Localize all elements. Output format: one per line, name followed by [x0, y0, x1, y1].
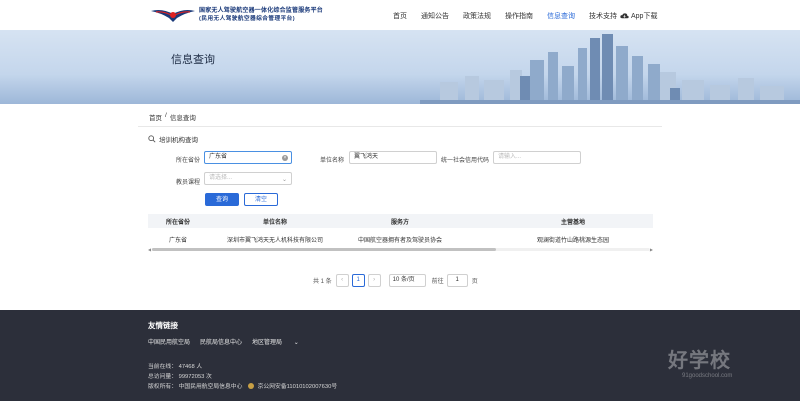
page-banner: 信息查询 [0, 30, 800, 104]
credit-code-placeholder: 请输入... [498, 154, 522, 160]
site-footer: 友情链接 中国民用航空局 民航局信息中心 地区管理局 ⌄ 当前在线： 47468… [0, 310, 800, 401]
footer-link-info-center[interactable]: 民航局信息中心 [200, 337, 242, 346]
app-download-label: App下载 [631, 13, 658, 20]
org-name-label: 单位名称 [320, 158, 345, 164]
cell-service-provider: 中国航空器拥有者及驾驶员协会 [357, 238, 443, 244]
city-skyline-illustration [420, 34, 800, 104]
results-table-header: 所在省份 单位名称 服务方 主营基地 [148, 214, 653, 228]
breadcrumb-current: 信息查询 [169, 115, 196, 122]
col-main-base: 主营基地 [560, 220, 586, 226]
visit-count: 总访问量： 99972053 次 [148, 374, 212, 380]
scroll-right-icon[interactable]: ▶ [650, 247, 653, 252]
breadcrumb: 首页 / 信息查询 [149, 112, 199, 122]
pagination: 共 1 条 ‹ 1 › 10 条/页 前往 1 页 [313, 274, 478, 287]
breadcrumb-home[interactable]: 首页 [149, 112, 162, 122]
brand-line1: 国家无人驾驶航空器一体化综合监管服务平台 [199, 8, 324, 14]
top-header: 国家无人驾驶航空器一体化综合监管服务平台 (民用无人驾驶航空器综合管理平台) 首… [0, 0, 800, 30]
brand-title: 国家无人驾驶航空器一体化综合监管服务平台 (民用无人驾驶航空器综合管理平台) [199, 7, 323, 23]
footer-link-regional-label: 地区管理局 [252, 340, 283, 346]
chevron-down-icon: ⌄ [281, 177, 287, 183]
page-unit-label: 页 [471, 279, 478, 285]
page-number-current[interactable]: 1 [351, 274, 365, 287]
nav-info-query[interactable]: 信息查询 [547, 11, 575, 21]
online-count: 当前在线： 47468 人 [148, 364, 203, 370]
brand-line2: (民用无人驾驶航空器综合管理平台) [199, 16, 296, 22]
goto-page-input[interactable]: 1 [446, 274, 468, 287]
table-horizontal-scrollbar[interactable]: ◀ ▶ [148, 247, 653, 252]
nav-regulations[interactable]: 政策法规 [463, 11, 491, 21]
watermark-url: 91goodschool.com [682, 373, 733, 379]
search-icon [148, 135, 156, 143]
prev-page-button[interactable]: ‹ [335, 274, 349, 287]
scroll-left-icon[interactable]: ◀ [148, 247, 151, 252]
course-select[interactable]: 请选择... ⌄ [204, 172, 292, 185]
icp-record[interactable]: 京公网安备11010102007630号 [258, 384, 338, 390]
banner-title: 信息查询 [171, 54, 215, 66]
query-section-title: 培训机构查询 [148, 134, 198, 144]
clear-icon[interactable]: × [282, 155, 288, 161]
caac-logo [151, 10, 195, 22]
watermark-brand: 好学校 [668, 348, 731, 372]
col-service-provider: 服务方 [390, 220, 410, 226]
page-size-select[interactable]: 10 条/页 [388, 274, 426, 287]
province-value: 广东省 [209, 154, 228, 160]
main-nav: 首页 通知公告 政策法规 操作指南 信息查询 技术支持 [393, 11, 631, 21]
copyright-text: 版权所有： 中国民用航空局信息中心 [148, 384, 243, 390]
footer-links-title: 友情链接 [148, 321, 178, 330]
search-button[interactable]: 查询 [205, 193, 239, 206]
cell-main-base: 观澜街道竹山路桃源生态园 [536, 238, 610, 244]
cloud-download-icon [620, 13, 629, 19]
credit-code-input[interactable]: 请输入... [493, 151, 581, 164]
table-row[interactable]: 广东省 深圳市翼飞鸿天无人机科技有限公司 中国航空器拥有者及驾驶员协会 观澜街道… [148, 230, 653, 246]
province-input[interactable]: 广东省 × [204, 151, 292, 164]
total-count: 共 1 条 [313, 279, 332, 285]
org-name-value: 翼飞鸿天 [354, 154, 379, 160]
cell-org-name: 深圳市翼飞鸿天无人机科技有限公司 [226, 238, 324, 244]
clear-button[interactable]: 清空 [244, 193, 278, 206]
nav-guides[interactable]: 操作指南 [505, 11, 533, 21]
cell-province: 广东省 [168, 238, 188, 244]
col-province: 所在省份 [165, 220, 191, 226]
breadcrumb-separator: / [165, 112, 167, 119]
query-section-label: 培训机构查询 [159, 137, 198, 144]
chevron-down-icon: ⌄ [293, 340, 299, 346]
footer-links: 中国民用航空局 民航局信息中心 地区管理局 ⌄ [148, 337, 319, 346]
province-label: 所在省份 [176, 158, 201, 164]
footer-link-caac[interactable]: 中国民用航空局 [148, 337, 190, 346]
nav-home[interactable]: 首页 [393, 11, 407, 21]
footer-link-regional[interactable]: 地区管理局 ⌄ [252, 337, 309, 346]
page-size-value: 10 条/页 [392, 277, 415, 283]
police-badge-icon [248, 383, 254, 390]
app-download-link[interactable]: App下载 [620, 11, 657, 21]
breadcrumb-divider [138, 126, 662, 127]
scroll-thumb[interactable] [152, 248, 496, 251]
next-page-button[interactable]: › [367, 274, 381, 287]
nav-notices[interactable]: 通知公告 [421, 11, 449, 21]
copyright-line: 版权所有： 中国民用航空局信息中心 京公网安备11010102007630号 [148, 381, 337, 390]
site-watermark: 好学校 91goodschool.com [668, 344, 732, 379]
org-name-input[interactable]: 翼飞鸿天 [349, 151, 437, 164]
col-org-name: 单位名称 [262, 220, 288, 226]
credit-code-label: 统一社会信用代码 [441, 158, 490, 164]
goto-label: 前往 [431, 279, 444, 285]
nav-support[interactable]: 技术支持 [589, 11, 617, 21]
course-placeholder: 请选择... [209, 175, 233, 181]
course-label: 教员课程 [176, 180, 201, 186]
